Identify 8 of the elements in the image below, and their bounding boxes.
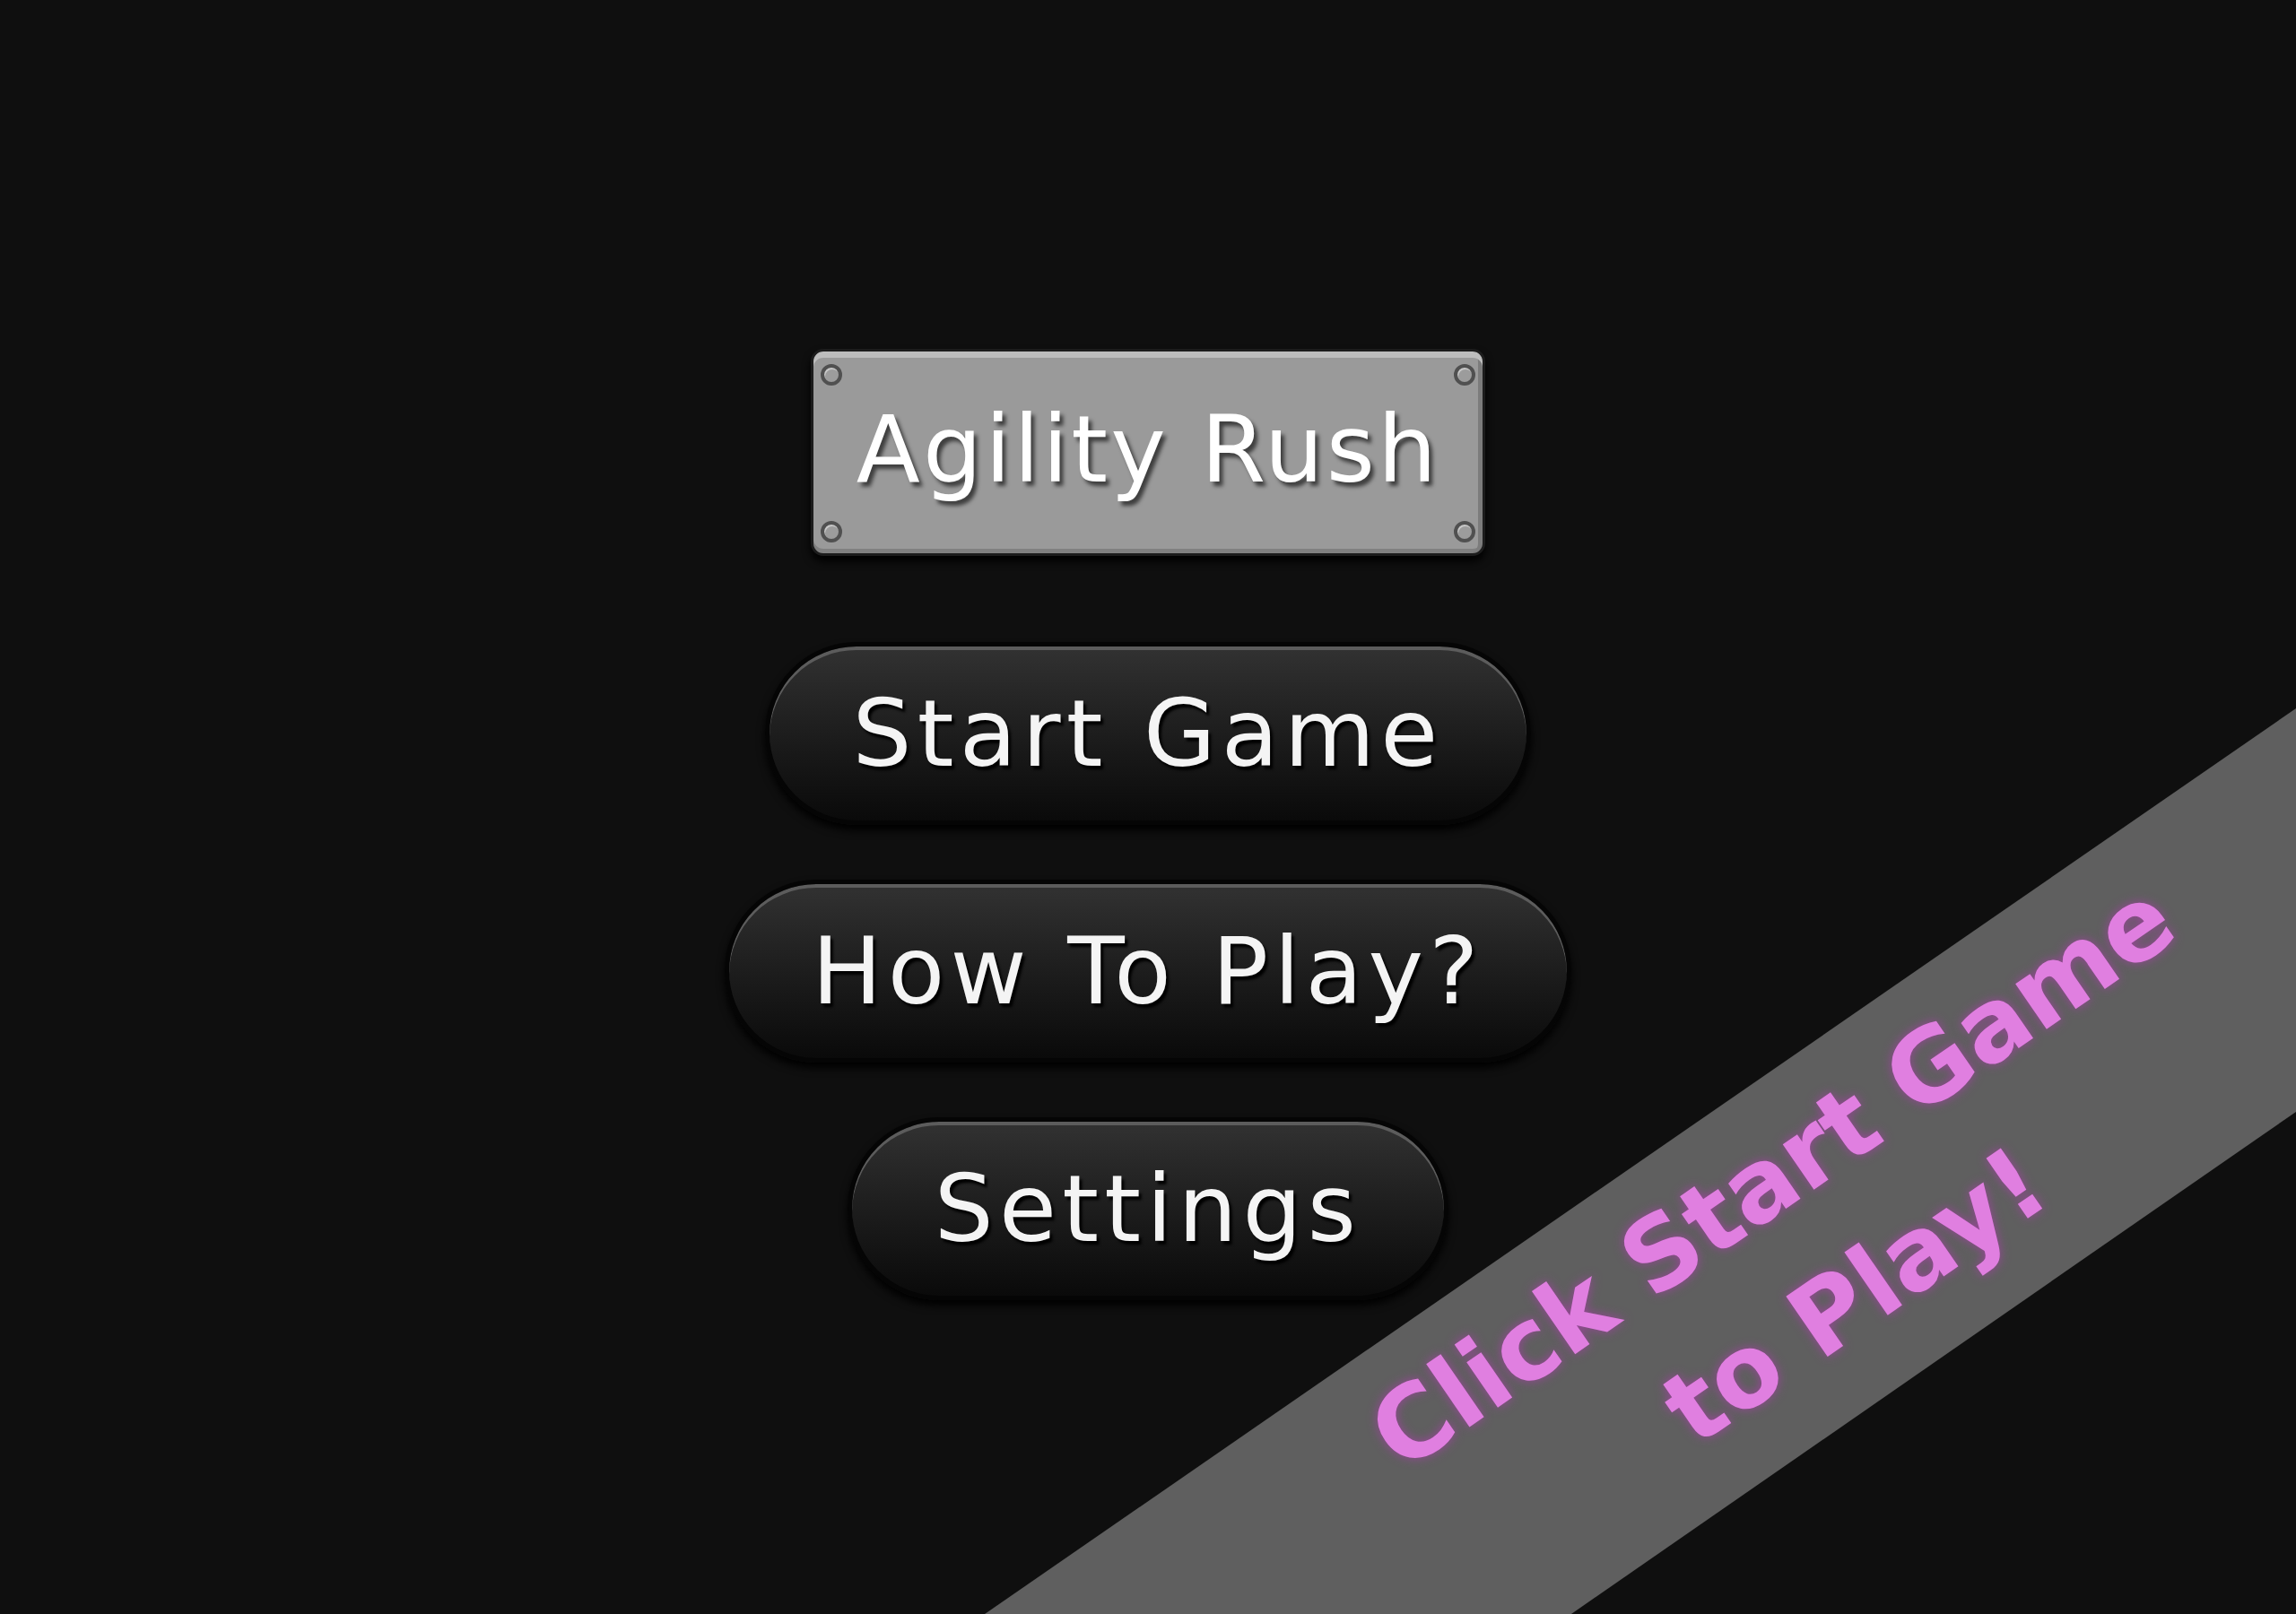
screw-icon bbox=[821, 521, 842, 542]
screw-icon bbox=[1454, 364, 1475, 386]
screw-icon bbox=[1454, 521, 1475, 542]
menu-button[interactable]: Settings bbox=[847, 1117, 1449, 1300]
menu-button[interactable]: How To Play? bbox=[725, 880, 1571, 1063]
menu-button[interactable]: Start Game bbox=[765, 642, 1531, 825]
screw-icon bbox=[821, 364, 842, 386]
game-title: Agility Rush bbox=[855, 394, 1441, 507]
